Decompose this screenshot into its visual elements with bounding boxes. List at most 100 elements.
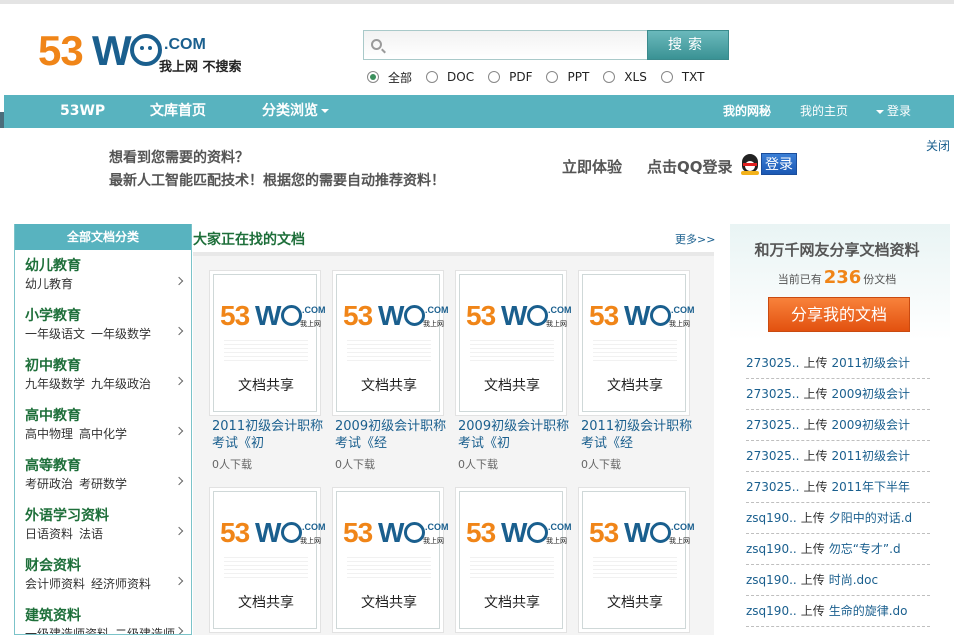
upload-user-link[interactable]: 273025.. xyxy=(746,356,799,370)
filetype-option-pdf[interactable]: PDF xyxy=(488,70,532,84)
more-docs-link[interactable]: 更多>> xyxy=(675,231,715,247)
filetype-label: TXT xyxy=(681,70,705,84)
upload-doc-link[interactable]: 2011年下半年 xyxy=(831,480,910,494)
doc-thumbnail[interactable]: 53 W .COM 我上网 文档共享 xyxy=(213,491,326,629)
upload-user-link[interactable]: zsq190.. xyxy=(746,511,797,525)
thumbnail-text-lines xyxy=(593,337,677,361)
doc-download-count: 0人下载 xyxy=(581,458,621,471)
nav-login[interactable]: 登录 xyxy=(873,95,911,128)
filetype-option-txt[interactable]: TXT xyxy=(660,70,705,84)
upload-verb: 上传 xyxy=(803,418,828,432)
doc-thumbnail[interactable]: 53 W .COM 我上网 文档共享 xyxy=(582,491,695,629)
share-my-docs-button[interactable]: 分享我的文档 xyxy=(768,297,910,332)
filetype-option-doc[interactable]: DOC xyxy=(426,70,474,84)
category-subitem[interactable]: 考研政治 xyxy=(25,477,73,491)
category-subitem[interactable]: 九年级数学 xyxy=(25,377,85,391)
thumbnail-logo-domain: .COM xyxy=(548,522,572,532)
upload-user-link[interactable]: zsq190.. xyxy=(746,573,797,587)
qq-penguin-icon[interactable] xyxy=(739,153,761,175)
doc-thumbnail[interactable]: 53 W .COM 我上网 文档共享 xyxy=(582,274,695,412)
thumbnail-logo-domain: .COM xyxy=(671,522,695,532)
site-logo[interactable]: 53 W .COM 我上网 不搜索 xyxy=(38,28,258,78)
upload-user-link[interactable]: 273025.. xyxy=(746,418,799,432)
category-title[interactable]: 高等教育 xyxy=(25,457,191,475)
category-title[interactable]: 外语学习资料 xyxy=(25,507,191,525)
category-title[interactable]: 建筑资料 xyxy=(25,607,191,625)
upload-user-link[interactable]: 273025.. xyxy=(746,480,799,494)
category-subitem[interactable]: 高中化学 xyxy=(79,427,127,441)
category-subitems: 一年级语文 一年级数学 xyxy=(25,325,191,343)
upload-doc-link[interactable]: 生命的旋律.do xyxy=(829,604,908,618)
upload-user-link[interactable]: 273025.. xyxy=(746,387,799,401)
category-subitems: 幼儿教育 xyxy=(25,275,191,293)
thumbnail-logo-domain: .COM xyxy=(302,305,326,315)
nav-home[interactable]: 53WP xyxy=(60,95,105,128)
thumbnail-logo: 53 W .COM 我上网 xyxy=(220,300,326,331)
thumbnail-label: 文档共享 xyxy=(607,378,663,394)
doc-title-link[interactable]: 2011初级会计职称考试《初 xyxy=(212,418,324,452)
search-button[interactable]: 搜索 xyxy=(647,30,729,60)
category-subitem[interactable]: 二级建造师 xyxy=(115,627,175,634)
doc-title-link[interactable]: 2009初级会计职称考试《初 xyxy=(458,418,570,452)
popular-docs-title: 大家正在找的文档 xyxy=(193,232,305,248)
doc-title-link[interactable]: 2009初级会计职称考试《经 xyxy=(335,418,447,452)
category-subitem[interactable]: 一级建造师资料 xyxy=(25,627,109,634)
nav-library-home[interactable]: 文库首页 xyxy=(150,95,206,128)
category-subitem[interactable]: 日语资料 xyxy=(25,527,73,541)
thumbnail-logo: 53 W .COM 我上网 xyxy=(220,518,326,548)
category-subitem[interactable]: 考研数学 xyxy=(79,477,127,491)
try-now-link[interactable]: 立即体验 xyxy=(562,156,622,177)
upload-doc-link[interactable]: 2009初级会计 xyxy=(831,387,910,401)
category-subitem[interactable]: 法语 xyxy=(79,527,103,541)
close-banner-link[interactable]: 关闭 xyxy=(926,137,950,154)
upload-doc-link[interactable]: 夕阳中的对话.d xyxy=(829,511,912,525)
filetype-option-xls[interactable]: XLS xyxy=(603,70,647,84)
doc-thumbnail[interactable]: 53 W .COM 我上网 文档共享 xyxy=(459,491,572,629)
nav-my-page[interactable]: 我的主页 xyxy=(800,95,848,128)
doc-download-count: 0人下载 xyxy=(335,458,375,471)
filetype-option-全部[interactable]: 全部 xyxy=(367,69,412,86)
thumbnail-logo-slogan: 我上网 xyxy=(423,320,444,328)
qq-login-text[interactable]: 点击QQ登录 xyxy=(647,156,733,177)
upload-doc-link[interactable]: 勿忘“专才”.d xyxy=(829,542,901,556)
doc-thumbnail[interactable]: 53 W .COM 我上网 文档共享 xyxy=(336,274,449,412)
doc-thumbnail[interactable]: 53 W .COM 我上网 文档共享 xyxy=(336,491,449,629)
category-subitem[interactable]: 一年级语文 xyxy=(25,327,85,341)
radio-unchecked-icon xyxy=(546,71,559,83)
nav-my-secret[interactable]: 我的网秘 xyxy=(723,95,771,128)
upload-user-link[interactable]: zsq190.. xyxy=(746,604,797,618)
doc-thumbnail[interactable]: 53 W .COM 我上网 文档共享 xyxy=(213,274,326,412)
upload-item: zsq190.. 上传 时尚.doc xyxy=(746,565,930,596)
doc-thumbnail[interactable]: 53 W .COM 我上网 文档共享 xyxy=(459,274,572,412)
category-title[interactable]: 幼儿教育 xyxy=(25,257,191,275)
category-title[interactable]: 财会资料 xyxy=(25,557,191,575)
logo-number: 53 xyxy=(38,27,84,74)
upload-user-link[interactable]: 273025.. xyxy=(746,449,799,463)
category-subitem[interactable]: 经济师资料 xyxy=(91,577,151,591)
category-title[interactable]: 小学教育 xyxy=(25,307,191,325)
upload-user-link[interactable]: zsq190.. xyxy=(746,542,797,556)
top-rule xyxy=(0,0,954,4)
upload-doc-link[interactable]: 2009初级会计 xyxy=(831,418,910,432)
upload-doc-link[interactable]: 2011初级会计 xyxy=(831,449,910,463)
category-subitem[interactable]: 一年级数学 xyxy=(91,327,151,341)
nav-browse-categories[interactable]: 分类浏览 xyxy=(262,95,332,128)
thumbnail-logo-letter: W xyxy=(378,300,405,331)
category-subitem[interactable]: 九年级政治 xyxy=(91,377,151,391)
category-subitem[interactable]: 高中物理 xyxy=(25,427,73,441)
category-subitem[interactable]: 幼儿教育 xyxy=(25,277,73,291)
upload-item: zsq190.. 上传 夕阳中的对话.d xyxy=(746,503,930,534)
doc-title-link[interactable]: 2011初级会计职称考试《经 xyxy=(581,418,693,452)
search-input[interactable] xyxy=(388,33,643,57)
upload-verb: 上传 xyxy=(803,449,828,463)
filetype-option-ppt[interactable]: PPT xyxy=(546,70,589,84)
category-title[interactable]: 初中教育 xyxy=(25,357,191,375)
upload-doc-link[interactable]: 时尚.doc xyxy=(829,573,878,587)
thumbnail-logo-letter: W xyxy=(255,300,282,331)
thumbnail-logo: 53 W .COM 我上网 xyxy=(466,518,572,548)
category-title[interactable]: 高中教育 xyxy=(25,407,191,425)
upload-doc-link[interactable]: 2011初级会计 xyxy=(831,356,910,370)
filetype-options: 全部 DOC PDF PPT XLS TXT xyxy=(367,69,719,85)
qq-login-button[interactable]: 登录 xyxy=(761,153,797,175)
category-subitem[interactable]: 会计师资料 xyxy=(25,577,85,591)
